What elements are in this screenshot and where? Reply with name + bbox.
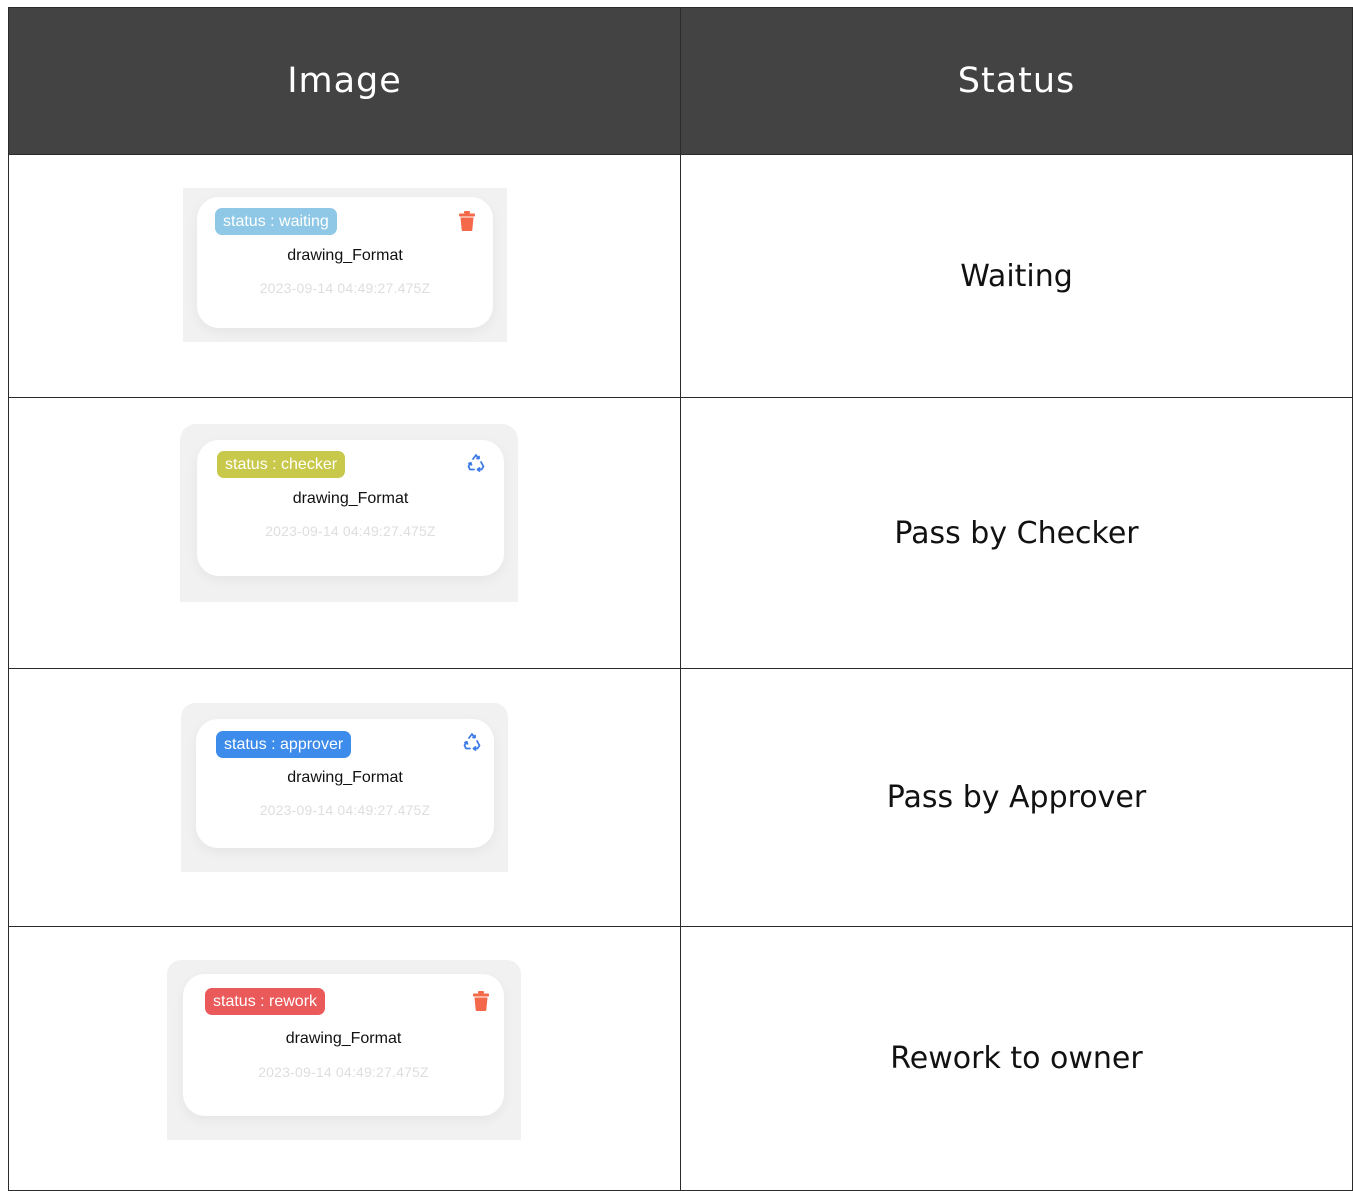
- card: status : rework drawing_Format 2023-09-1…: [183, 974, 504, 1116]
- table-row: status : checker drawing_Format 2023-09-…: [8, 397, 1353, 669]
- status-cell: Pass by Approver: [680, 668, 1353, 927]
- card-screenshot: status : approver drawing_Format 2023-09…: [181, 703, 508, 872]
- card-screenshot: status : checker drawing_Format 2023-09-…: [180, 424, 518, 602]
- card: status : approver drawing_Format 2023-09…: [196, 719, 494, 848]
- table-row: status : rework drawing_Format 2023-09-1…: [8, 926, 1353, 1191]
- status-column-header: Status: [680, 7, 1353, 155]
- status-chip: status : waiting: [215, 208, 337, 235]
- card-title: drawing_Format: [287, 769, 403, 786]
- status-table: Image Status status : waiting drawing_Fo…: [8, 7, 1353, 1191]
- status-chip: status : checker: [217, 451, 346, 478]
- card-timestamp: 2023-09-14 04:49:27.475Z: [259, 280, 431, 296]
- card-screenshot: status : rework drawing_Format 2023-09-1…: [167, 960, 521, 1140]
- image-cell: status : rework drawing_Format 2023-09-1…: [8, 926, 681, 1191]
- trash-icon[interactable]: [473, 991, 493, 1013]
- image-cell: status : approver drawing_Format 2023-09…: [8, 668, 681, 927]
- recycle-icon[interactable]: [462, 732, 482, 754]
- table-row: status : approver drawing_Format 2023-09…: [8, 668, 1353, 927]
- image-cell: status : checker drawing_Format 2023-09-…: [8, 397, 681, 669]
- card-timestamp: 2023-09-14 04:49:27.475Z: [258, 1064, 429, 1080]
- table-row: status : waiting drawing_Format 2023-09-…: [8, 154, 1353, 398]
- card-timestamp: 2023-09-14 04:49:27.475Z: [265, 523, 436, 539]
- header-row: Image Status: [8, 7, 1353, 155]
- card-title: drawing_Format: [285, 1030, 402, 1047]
- status-cell: Pass by Checker: [680, 397, 1353, 669]
- status-chip: status : rework: [205, 988, 326, 1015]
- image-cell: status : waiting drawing_Format 2023-09-…: [8, 154, 681, 398]
- card-title: drawing_Format: [287, 247, 403, 264]
- card: status : waiting drawing_Format 2023-09-…: [197, 197, 493, 328]
- card: status : checker drawing_Format 2023-09-…: [197, 440, 504, 576]
- card-title: drawing_Format: [292, 490, 409, 507]
- trash-icon[interactable]: [459, 211, 479, 233]
- status-cell: Rework to owner: [680, 926, 1353, 1191]
- card-timestamp: 2023-09-14 04:49:27.475Z: [259, 802, 431, 818]
- status-chip: status : approver: [216, 731, 352, 758]
- card-screenshot: status : waiting drawing_Format 2023-09-…: [183, 188, 507, 342]
- recycle-icon[interactable]: [466, 453, 486, 475]
- image-column-header: Image: [8, 7, 681, 155]
- status-cell: Waiting: [680, 154, 1353, 398]
